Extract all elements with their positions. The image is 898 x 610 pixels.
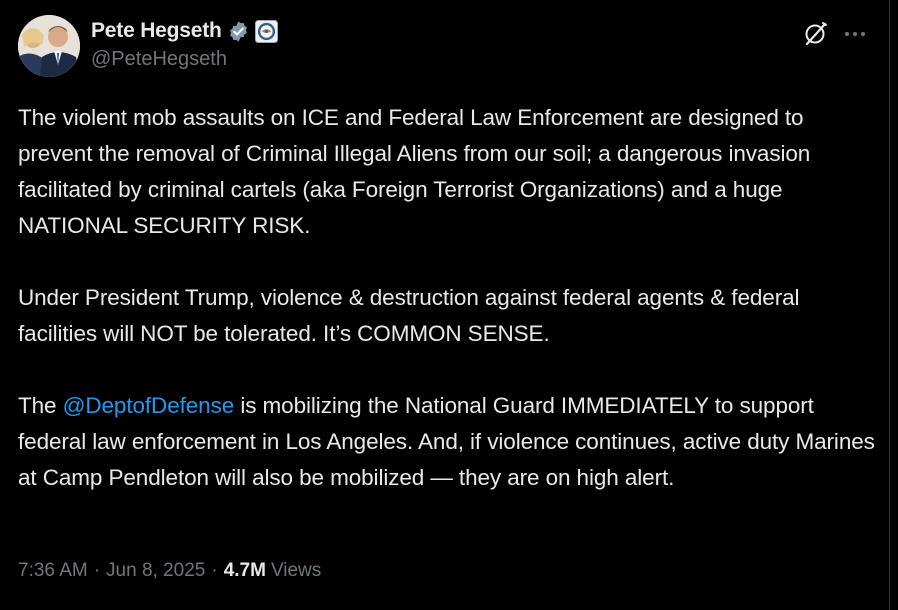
meta-separator: ·: [93, 560, 101, 581]
name-row: Pete Hegseth: [91, 15, 278, 47]
meta-separator: ·: [211, 560, 218, 581]
tweet-paragraph: The violent mob assaults on ICE and Fede…: [18, 105, 811, 238]
verified-badge-icon[interactable]: [227, 20, 250, 43]
tweet-card: Pete Hegseth @PeteHegseth The violent mo…: [0, 0, 890, 610]
avatar-image: [18, 15, 80, 77]
author-names: Pete Hegseth @PeteHegseth: [91, 15, 278, 71]
more-icon[interactable]: [843, 22, 867, 46]
header-actions: [803, 21, 867, 47]
tweet-date[interactable]: Jun 8, 2025: [106, 560, 205, 582]
tweet-paragraph: Under President Trump, violence & destru…: [18, 285, 800, 346]
tweet-text: The violent mob assaults on ICE and Fede…: [18, 100, 878, 496]
author-handle[interactable]: @PeteHegseth: [91, 48, 278, 71]
avatar[interactable]: [18, 15, 80, 77]
tweet-time[interactable]: 7:36 AM: [18, 560, 88, 582]
dod-seal-icon[interactable]: [254, 19, 278, 43]
views-label: Views: [270, 560, 322, 581]
author-display-name[interactable]: Pete Hegseth: [91, 19, 222, 43]
tweet-header: Pete Hegseth @PeteHegseth: [18, 15, 889, 77]
tweet-paragraph: The @DeptofDefense is mobilizing the Nat…: [18, 388, 878, 496]
tweet-meta: 7:36 AM · Jun 8, 2025 · 4.7M Views: [18, 560, 321, 582]
grok-icon[interactable]: [803, 21, 829, 47]
mention-link[interactable]: @DeptofDefense: [63, 393, 235, 418]
paragraph-prefix: The: [18, 393, 63, 418]
views-count[interactable]: 4.7M: [224, 560, 266, 582]
